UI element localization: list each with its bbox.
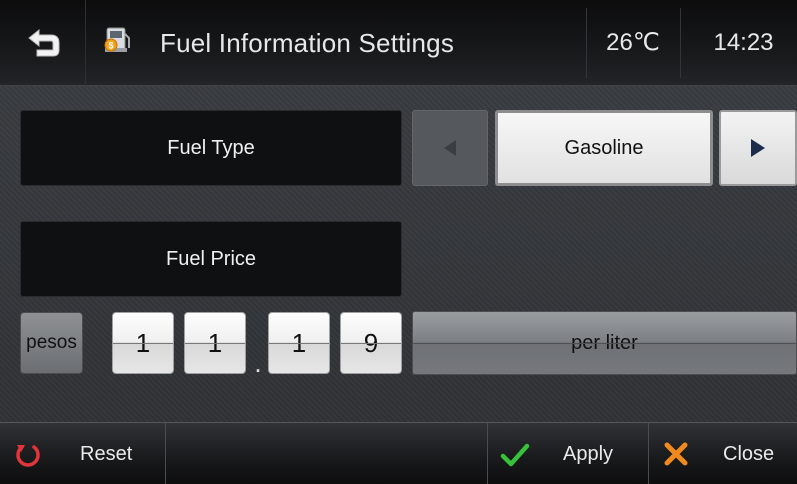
triangle-left-icon	[444, 140, 456, 156]
triangle-right-icon	[751, 139, 765, 157]
apply-button[interactable]: Apply	[488, 423, 648, 484]
back-arrow-icon	[27, 28, 59, 57]
header-divider	[680, 8, 681, 78]
temperature-readout: 26℃	[606, 29, 660, 56]
fuel-type-next-button[interactable]	[719, 110, 797, 186]
bottom-toolbar: Reset Apply Close	[0, 422, 797, 484]
page-title: Fuel Information Settings	[160, 28, 455, 58]
reset-button[interactable]: Reset	[0, 423, 165, 484]
close-label: Close	[723, 442, 775, 465]
price-digit-2[interactable]: 1	[184, 312, 246, 374]
fuel-type-value[interactable]: Gasoline	[495, 110, 713, 186]
fuel-pump-icon: $	[104, 27, 130, 52]
back-button[interactable]	[0, 0, 86, 86]
title-bar: $ Fuel Information Settings 26℃ 14:23	[0, 0, 797, 86]
close-button[interactable]: Close	[649, 423, 797, 484]
clock: 14:23	[713, 29, 774, 56]
reset-label: Reset	[80, 442, 133, 465]
price-digit-1[interactable]: 1	[112, 312, 174, 374]
price-digit-3[interactable]: 1	[268, 312, 330, 374]
header-divider	[586, 8, 587, 78]
fuel-settings-screen: $ Fuel Information Settings 26℃ 14:23 Fu…	[0, 0, 797, 484]
fuel-type-prev-button[interactable]	[412, 110, 488, 186]
volume-unit-button[interactable]: per liter	[412, 311, 797, 375]
checkmark-icon	[500, 443, 530, 467]
apply-label: Apply	[563, 442, 614, 465]
fuel-type-label: Fuel Type	[20, 110, 402, 186]
fuel-price-label: Fuel Price	[20, 221, 402, 297]
currency-button[interactable]: pesos	[20, 312, 83, 374]
decimal-point: .	[254, 348, 262, 378]
price-digit-4[interactable]: 9	[340, 312, 402, 374]
refresh-icon	[16, 445, 40, 467]
svg-text:$: $	[108, 41, 113, 51]
close-icon	[664, 442, 688, 466]
toolbar-divider	[165, 423, 166, 484]
